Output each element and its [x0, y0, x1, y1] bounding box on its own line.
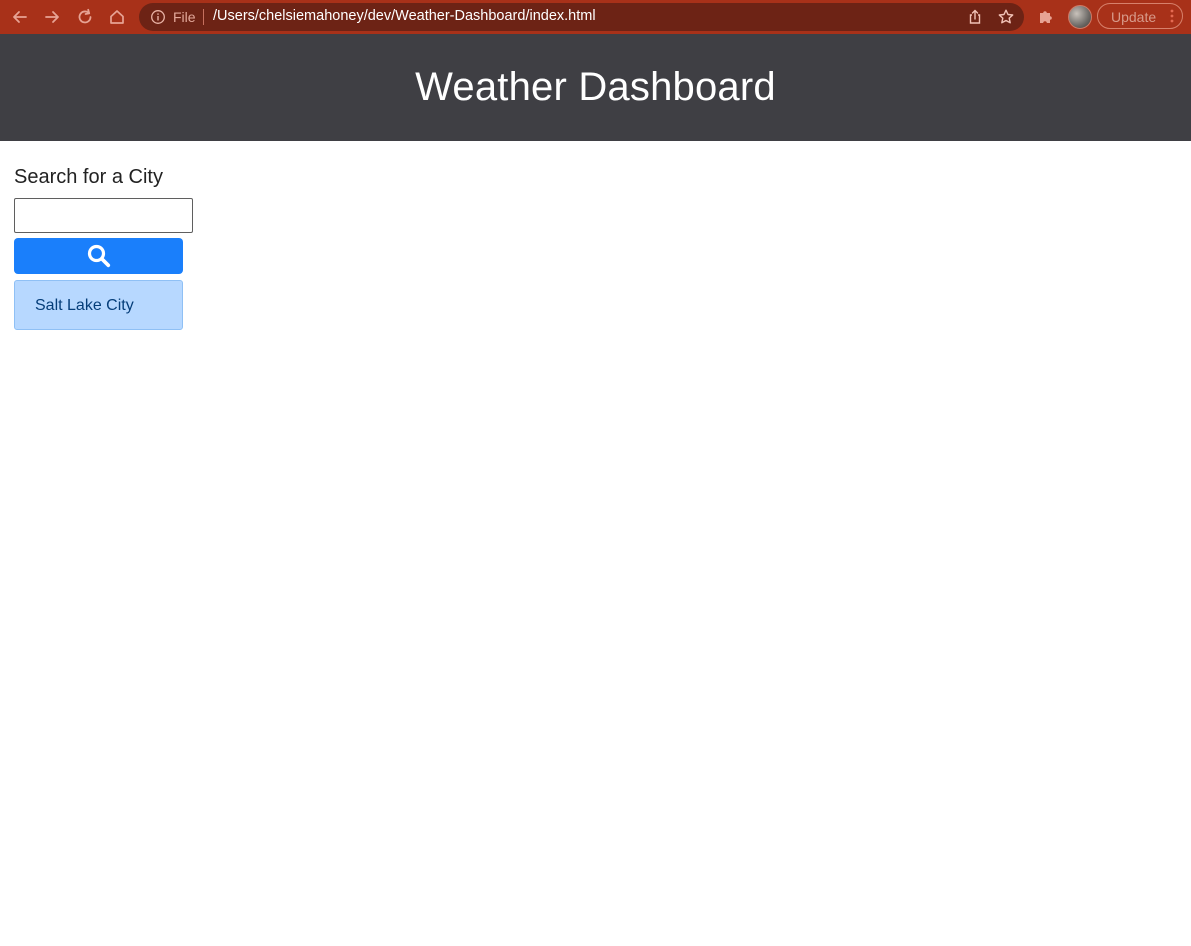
- reload-icon: [78, 8, 92, 24]
- update-label: Update: [1111, 9, 1157, 25]
- reload-button[interactable]: [73, 5, 97, 29]
- search-history-item[interactable]: Salt Lake City: [14, 280, 183, 330]
- address-divider: [203, 9, 204, 25]
- menu-dots-icon[interactable]: [1170, 9, 1174, 23]
- share-icon[interactable]: [966, 8, 984, 26]
- search-icon: [87, 244, 110, 268]
- back-arrow-icon: [13, 11, 27, 23]
- file-scheme-label: File: [173, 9, 196, 25]
- city-search-input[interactable]: [14, 198, 193, 233]
- star-icon[interactable]: [997, 8, 1015, 26]
- page-header: Weather Dashboard: [0, 34, 1191, 141]
- forward-arrow-icon: [45, 11, 59, 23]
- info-icon[interactable]: [150, 9, 166, 25]
- forward-button[interactable]: [40, 5, 64, 29]
- profile-avatar[interactable]: [1068, 5, 1092, 29]
- history-item-label: Salt Lake City: [35, 297, 134, 314]
- extensions-puzzle-icon[interactable]: [1037, 7, 1055, 25]
- search-heading: Search for a City: [14, 166, 163, 188]
- search-button[interactable]: [14, 238, 183, 274]
- update-button[interactable]: Update: [1097, 3, 1183, 29]
- page-title: Weather Dashboard: [415, 65, 776, 109]
- address-bar[interactable]: File /Users/chelsiemahoney/dev/Weather-D…: [139, 3, 1024, 31]
- home-button[interactable]: [105, 5, 129, 29]
- back-button[interactable]: [8, 5, 32, 29]
- browser-toolbar: File /Users/chelsiemahoney/dev/Weather-D…: [0, 0, 1191, 34]
- url-text[interactable]: /Users/chelsiemahoney/dev/Weather-Dashbo…: [213, 8, 596, 24]
- home-icon: [110, 10, 124, 24]
